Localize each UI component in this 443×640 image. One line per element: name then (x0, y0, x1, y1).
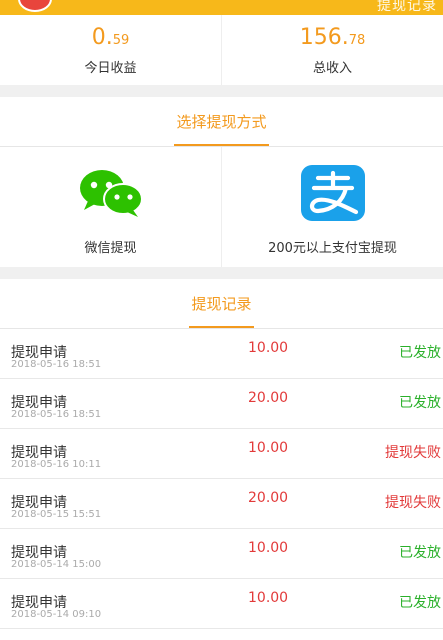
today-earnings: 0.59 今日收益 (0, 15, 221, 85)
total-income-label: 总收入 (312, 61, 352, 76)
record-time: 2018-05-15 15:51 (11, 509, 102, 520)
record-amount: 10.00 (248, 540, 289, 556)
withdraw-method-title: 选择提现方式 (174, 97, 269, 147)
alipay-icon (300, 165, 366, 221)
withdraw-record-list: 提现申请 2018-05-16 18:51 10.00 已发放 提现申请 201… (0, 329, 443, 629)
wechat-withdraw-button[interactable]: 微信提现 (0, 147, 221, 267)
withdraw-records-title: 提现记录 (189, 279, 254, 329)
wechat-withdraw-label: 微信提现 (84, 241, 137, 256)
record-amount: 10.00 (248, 440, 289, 456)
record-time: 2018-05-14 15:00 (11, 559, 102, 570)
alipay-withdraw-label: 200元以上支付宝提现 (268, 241, 397, 256)
withdraw-method-card: 选择提现方式 微信提现 200元以上支付宝提现 (0, 97, 443, 267)
record-time: 2018-05-16 10:11 (11, 459, 102, 470)
wechat-icon (78, 165, 144, 221)
withdraw-record-row[interactable]: 提现申请 2018-05-15 15:51 20.00 提现失败 (0, 479, 443, 529)
withdraw-records-card: 提现记录 提现申请 2018-05-16 18:51 10.00 已发放 提现申… (0, 279, 443, 640)
record-time: 2018-05-14 09:10 (11, 609, 102, 620)
record-amount: 20.00 (248, 390, 289, 406)
withdraw-record-row[interactable]: 提现申请 2018-05-16 18:51 10.00 已发放 (0, 329, 443, 379)
earnings-summary: 0.59 今日收益 156.78 总收入 (0, 15, 443, 85)
record-status: 已发放 (399, 395, 441, 411)
today-earnings-label: 今日收益 (84, 61, 137, 76)
alipay-withdraw-button[interactable]: 200元以上支付宝提现 (221, 147, 443, 267)
today-earnings-amount: 0.59 (91, 25, 130, 50)
record-status: 提现失败 (385, 495, 441, 511)
record-status: 已发放 (399, 595, 441, 611)
withdraw-record-row[interactable]: 提现申请 2018-05-14 09:10 10.00 已发放 (0, 579, 443, 629)
top-bar: 提现记录 (0, 0, 443, 15)
withdraw-method-header: 选择提现方式 (0, 97, 443, 147)
record-status: 提现失败 (385, 445, 441, 461)
top-bar-link[interactable]: 提现记录 (377, 0, 437, 15)
total-income-amount: 156.78 (299, 25, 366, 50)
record-time: 2018-05-16 18:51 (11, 409, 102, 420)
record-amount: 10.00 (248, 590, 289, 606)
record-amount: 10.00 (248, 340, 289, 356)
total-income: 156.78 总收入 (221, 15, 443, 85)
record-status: 已发放 (399, 545, 441, 561)
withdraw-record-row[interactable]: 提现申请 2018-05-14 15:00 10.00 已发放 (0, 529, 443, 579)
record-status: 已发放 (399, 345, 441, 361)
record-amount: 20.00 (248, 490, 289, 506)
withdraw-record-row[interactable]: 提现申请 2018-05-16 18:51 20.00 已发放 (0, 379, 443, 429)
avatar[interactable] (18, 0, 52, 12)
record-time: 2018-05-16 18:51 (11, 359, 102, 370)
withdraw-methods: 微信提现 200元以上支付宝提现 (0, 147, 443, 267)
withdraw-record-row[interactable]: 提现申请 2018-05-16 10:11 10.00 提现失败 (0, 429, 443, 479)
withdraw-records-header: 提现记录 (0, 279, 443, 329)
